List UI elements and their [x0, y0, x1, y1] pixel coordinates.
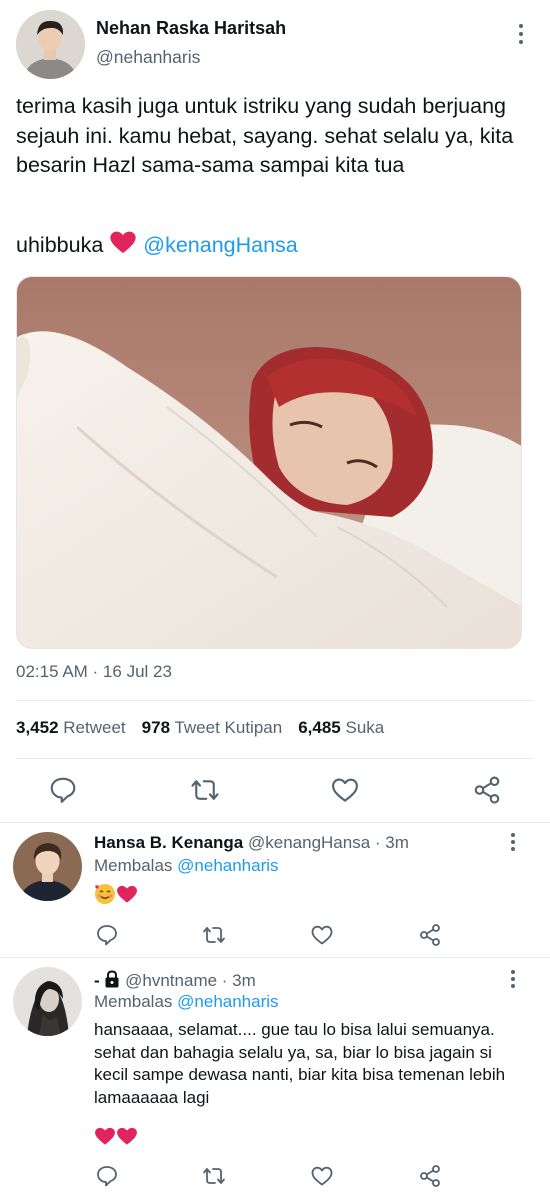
like-label: Suka	[345, 718, 385, 737]
retweet-icon[interactable]	[190, 775, 220, 805]
reply-action-bar	[0, 923, 550, 949]
reply-avatar-image	[13, 967, 82, 1036]
reply-emoji-text	[94, 883, 524, 912]
reply-avatar[interactable]	[13, 832, 82, 901]
reply-icon[interactable]	[95, 1164, 119, 1188]
tweet-closing-line: uhibbuka @kenangHansa	[16, 230, 298, 262]
reply-avatar[interactable]	[13, 967, 82, 1036]
retweet-icon[interactable]	[202, 923, 226, 947]
reply-avatar-image	[13, 832, 82, 901]
retweet-label: Retweet	[63, 718, 126, 737]
tweet-stats: 3,452 Retweet 978 Tweet Kutipan 6,485 Su…	[16, 718, 384, 738]
author-avatar[interactable]	[16, 10, 85, 79]
retweet-count: 3,452	[16, 718, 59, 737]
replying-mention[interactable]: @nehanharis	[177, 992, 278, 1011]
smiling-face-with-hearts-emoji-icon	[94, 883, 116, 912]
author-handle[interactable]: @nehanharis	[96, 47, 200, 68]
reply-icon[interactable]	[95, 923, 119, 947]
tweet-photo[interactable]	[16, 276, 522, 649]
like-stat[interactable]: 6,485 Suka	[298, 718, 384, 738]
replying-to: Membalas @nehanharis	[94, 856, 279, 876]
tweet-text: terima kasih juga untuk istriku yang sud…	[16, 94, 520, 177]
like-count: 6,485	[298, 718, 341, 737]
closing-text: uhibbuka	[16, 233, 104, 257]
tweet-timestamp[interactable]: 02:15 AM · 16 Jul 23	[16, 662, 172, 682]
tweet-action-bar	[0, 772, 550, 808]
reply-header: - @hvntname · 3m	[94, 970, 256, 993]
divider	[16, 758, 534, 759]
share-icon[interactable]	[418, 1164, 442, 1188]
mention-link[interactable]: @kenangHansa	[143, 233, 298, 257]
reply-emoji-text	[94, 1126, 524, 1153]
red-heart-emoji-icon	[94, 1126, 116, 1153]
replying-label: Membalas	[94, 856, 173, 875]
more-options-icon[interactable]	[518, 24, 524, 44]
quote-label: Tweet Kutipan	[174, 718, 283, 737]
replying-mention[interactable]: @nehanharis	[177, 856, 278, 875]
replying-label: Membalas	[94, 992, 173, 1011]
like-heart-icon[interactable]	[310, 1164, 334, 1188]
lock-icon	[104, 970, 120, 993]
red-heart-emoji-icon	[116, 884, 138, 911]
author-display-name[interactable]: Nehan Raska Haritsah	[96, 18, 286, 39]
retweet-icon[interactable]	[202, 1164, 226, 1188]
tweet-photo-image	[17, 277, 521, 648]
divider	[16, 700, 534, 701]
share-icon[interactable]	[418, 923, 442, 947]
retweet-stat[interactable]: 3,452 Retweet	[16, 718, 126, 738]
reply-handle-time[interactable]: @hvntname · 3m	[125, 971, 256, 990]
author-avatar-image	[16, 10, 85, 79]
main-tweet: Nehan Raska Haritsah @nehanharis terima …	[0, 0, 550, 822]
red-heart-emoji-icon	[109, 230, 137, 262]
reply-display-name[interactable]: -	[94, 971, 100, 990]
reply-handle-time[interactable]: @kenangHansa · 3m	[248, 833, 409, 852]
like-heart-icon[interactable]	[330, 775, 360, 805]
reply-header: Hansa B. Kenanga @kenangHansa · 3m	[94, 833, 409, 853]
more-options-icon[interactable]	[510, 970, 516, 988]
reply-text: hansaaaa, selamat.... gue tau lo bisa la…	[94, 1020, 506, 1107]
like-heart-icon[interactable]	[310, 923, 334, 947]
share-icon[interactable]	[472, 775, 502, 805]
quote-count: 978	[141, 718, 171, 737]
reply-action-bar	[0, 1164, 550, 1190]
replying-to: Membalas @nehanharis	[94, 992, 279, 1012]
red-heart-emoji-icon	[116, 1126, 138, 1153]
more-options-icon[interactable]	[510, 833, 516, 851]
quote-stat[interactable]: 978 Tweet Kutipan	[142, 718, 283, 738]
reply-tweet[interactable]: Hansa B. Kenanga @kenangHansa · 3m Memba…	[0, 823, 550, 957]
reply-icon[interactable]	[48, 775, 78, 805]
reply-display-name[interactable]: Hansa B. Kenanga	[94, 833, 243, 852]
reply-tweet[interactable]: - @hvntname · 3m Membalas @nehanharis ha…	[0, 958, 550, 1200]
